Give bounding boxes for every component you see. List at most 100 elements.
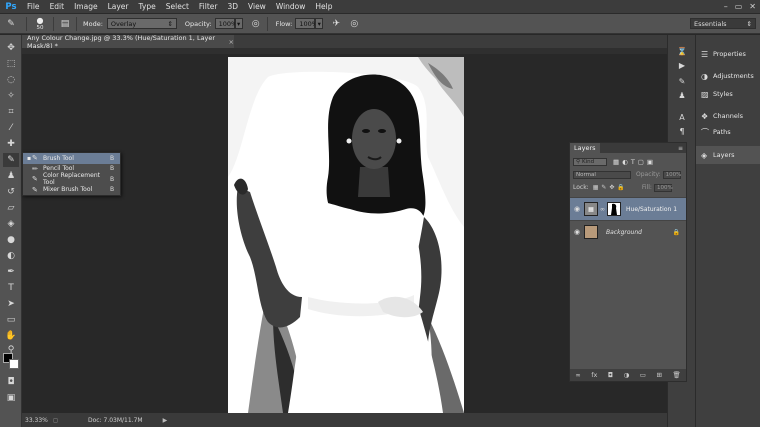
clone-stamp-tool-icon[interactable]: ♟ <box>3 169 19 183</box>
document-tab[interactable]: Any Colour Change.jpg @ 33.3% (Hue/Satur… <box>22 34 234 50</box>
flyout-mixer-brush-tool[interactable]: ✎ Mixer Brush Tool B <box>23 185 120 196</box>
dodge-tool-icon[interactable]: ◐ <box>3 249 19 263</box>
maximize-button[interactable]: ▭ <box>735 2 743 11</box>
brush-presets-icon[interactable]: ✎ <box>675 75 689 87</box>
menu-edit[interactable]: Edit <box>45 0 70 14</box>
mode-select[interactable]: Overlay ⇕ <box>106 18 177 29</box>
layer-row-hue-saturation[interactable]: ◉ ▦ ∞ Hue/Saturation 1 <box>570 197 686 220</box>
blur-tool-icon[interactable]: ● <box>3 233 19 247</box>
zoom-level[interactable]: 33.33% <box>25 417 49 424</box>
lasso-tool-icon[interactable]: ◌ <box>3 73 19 87</box>
flyout-brush-tool[interactable]: ▪ ✎ Brush Tool B <box>23 153 120 164</box>
paragraph-icon[interactable]: ¶ <box>675 125 689 137</box>
fill-input[interactable]: 100% <box>653 183 673 192</box>
actions-icon[interactable]: ▶ <box>675 59 689 71</box>
character-icon[interactable]: A <box>675 111 689 123</box>
link-layers-icon[interactable]: ∞ <box>575 371 580 379</box>
visibility-eye-icon[interactable]: ◉ <box>570 205 584 213</box>
pen-tool-icon[interactable]: ✒ <box>3 265 19 279</box>
brush-panel-toggle-icon[interactable]: ▤ <box>58 17 72 31</box>
background-color-swatch[interactable] <box>9 359 19 369</box>
new-adjustment-icon[interactable]: ◑ <box>624 371 630 379</box>
styles-icon: ▨ <box>701 89 709 99</box>
add-mask-icon[interactable]: ◘ <box>608 371 613 379</box>
blend-mode-value: Normal <box>576 171 596 178</box>
kind-filter-select[interactable]: ⚲ Kind <box>573 157 607 166</box>
brush-tool-icon[interactable]: ✎ <box>3 153 19 167</box>
paint-bucket-tool-icon[interactable]: ◈ <box>3 217 19 231</box>
close-button[interactable]: ✕ <box>749 2 756 11</box>
path-selection-tool-icon[interactable]: ➤ <box>3 297 19 311</box>
flow-input[interactable]: 100% <box>295 18 318 29</box>
pencil-icon: ✏ <box>32 164 38 173</box>
clone-source-icon[interactable]: ♟ <box>675 89 689 101</box>
fx-icon[interactable]: fx <box>591 371 597 379</box>
menu-file[interactable]: File <box>22 0 45 14</box>
trash-icon[interactable]: 🗑 <box>672 371 680 379</box>
dock-styles[interactable]: ▨ Styles <box>696 85 760 103</box>
marquee-tool-icon[interactable]: ⬚ <box>3 57 19 71</box>
workspace-switcher[interactable]: Essentials ⇕ <box>690 18 756 29</box>
menu-help[interactable]: Help <box>310 0 337 14</box>
layer-row-background[interactable]: ◉ Background 🔒 <box>570 220 686 243</box>
layer-opacity-input[interactable]: 100% <box>662 170 682 179</box>
dock-item-label: Properties <box>713 50 746 58</box>
menu-filter[interactable]: Filter <box>194 0 223 14</box>
panel-menu-icon[interactable]: ≡ <box>678 145 683 152</box>
pressure-size-icon[interactable]: ◎ <box>347 17 361 31</box>
hand-tool-icon[interactable]: ✋ <box>3 329 19 343</box>
adjustments-icon: ◑ <box>701 71 708 81</box>
layers-panel: Layers ≡ ⚲ Kind ▦◐T▢▣ Normal Opacity: 10… <box>569 142 687 382</box>
layers-panel-header: Layers ≡ <box>570 143 686 153</box>
eyedropper-tool-icon[interactable]: ⁄ <box>3 121 19 135</box>
lock-icons[interactable]: ▦✎✥🔒 <box>593 184 628 191</box>
menu-view[interactable]: View <box>243 0 271 14</box>
menu-image[interactable]: Image <box>69 0 103 14</box>
flow-dropdown[interactable]: ▾ <box>315 18 324 29</box>
layer-opacity-value: 100% <box>665 171 682 178</box>
close-tab-icon[interactable]: × <box>229 38 234 46</box>
layer-mask-thumb[interactable] <box>607 202 621 216</box>
minimize-button[interactable]: – <box>724 2 728 11</box>
airbrush-icon[interactable]: ✈ <box>329 17 343 31</box>
tab-layers[interactable]: Layers <box>570 143 600 153</box>
new-layer-icon[interactable]: ⊞ <box>656 371 661 379</box>
dock-paths[interactable]: ⌒ Paths <box>696 123 760 141</box>
menu-type[interactable]: Type <box>134 0 161 14</box>
menu-layer[interactable]: Layer <box>103 0 134 14</box>
brush-size-picker[interactable]: ● 50 <box>31 14 49 34</box>
visibility-eye-icon[interactable]: ◉ <box>570 228 584 236</box>
brush-icon: ✎ <box>7 18 15 29</box>
menu-select[interactable]: Select <box>161 0 194 14</box>
dock-layers[interactable]: ◈ Layers <box>696 146 760 164</box>
healing-brush-tool-icon[interactable]: ✚ <box>3 137 19 151</box>
quick-mask-icon[interactable]: ◘ <box>3 375 19 389</box>
quick-select-tool-icon[interactable]: ✧ <box>3 89 19 103</box>
shape-tool-icon[interactable]: ▭ <box>3 313 19 327</box>
move-tool-icon[interactable]: ✥ <box>3 41 19 55</box>
document-image[interactable] <box>228 57 464 413</box>
filter-icons[interactable]: ▦◐T▢▣ <box>613 158 656 166</box>
history-icon[interactable]: ⌛ <box>675 45 689 57</box>
crop-tool-icon[interactable]: ⌗ <box>3 105 19 119</box>
screen-mode-icon[interactable]: ▣ <box>3 391 19 405</box>
dock-panel-list: ☰ Properties ◑ Adjustments ▨ Styles ❖ Ch… <box>695 35 760 427</box>
dock-properties[interactable]: ☰ Properties <box>696 45 760 63</box>
tool-preset-picker[interactable]: ✎ <box>0 14 22 34</box>
fill-value: 100% <box>656 184 673 191</box>
pressure-opacity-icon[interactable]: ◎ <box>249 17 263 31</box>
options-bar: ✎ ● 50 ▤ Mode: Overlay ⇕ Opacity: 100% ▾… <box>0 14 760 34</box>
opacity-input[interactable]: 100% <box>214 18 237 29</box>
new-group-icon[interactable]: ▭ <box>640 371 646 379</box>
flyout-color-replacement-tool[interactable]: ✎ Color Replacement Tool B <box>23 172 120 186</box>
status-expand-icon[interactable]: ▶ <box>163 417 168 424</box>
menu-window[interactable]: Window <box>271 0 311 14</box>
menu-3d[interactable]: 3D <box>222 0 243 14</box>
eraser-tool-icon[interactable]: ▱ <box>3 201 19 215</box>
blend-mode-select[interactable]: Normal <box>573 170 631 179</box>
status-menu-icon[interactable]: ◻ <box>53 417 58 424</box>
dock-adjustments[interactable]: ◑ Adjustments <box>696 67 760 85</box>
history-brush-tool-icon[interactable]: ↺ <box>3 185 19 199</box>
opacity-dropdown[interactable]: ▾ <box>234 18 243 29</box>
type-tool-icon[interactable]: T <box>3 281 19 295</box>
